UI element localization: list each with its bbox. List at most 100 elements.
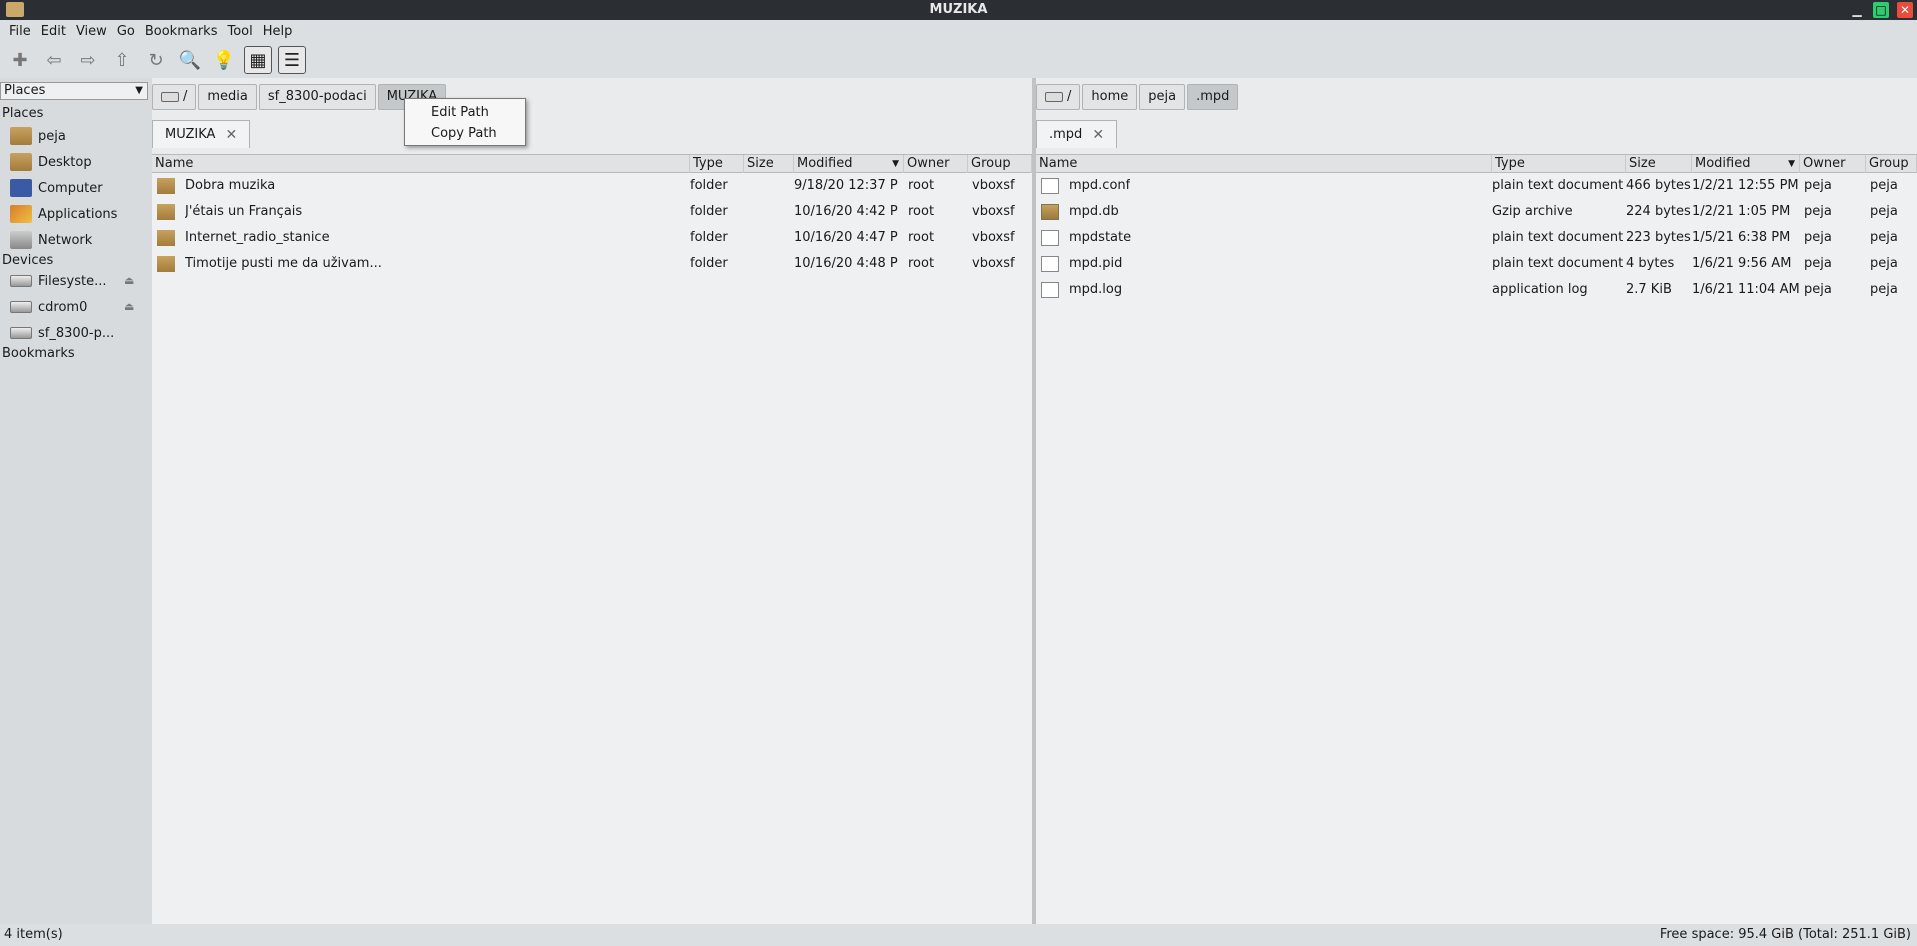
file-owner: root	[908, 256, 935, 271]
column-owner[interactable]: Owner	[1800, 155, 1866, 173]
maximize-button[interactable]: □	[1873, 2, 1889, 18]
file-group: peja	[1870, 204, 1898, 219]
column-modified[interactable]: Modified ▼	[794, 155, 904, 173]
file-group: peja	[1870, 256, 1898, 271]
menu-go[interactable]: Go	[112, 24, 140, 39]
new-tab-icon[interactable]: ✚	[6, 46, 34, 74]
reload-icon[interactable]: ↻	[142, 46, 170, 74]
table-row[interactable]: Internet_radio_stanice folder 10/16/20 4…	[152, 225, 1032, 251]
drive-icon	[1045, 92, 1063, 102]
sidebar-mode-select[interactable]: Places ▼	[0, 82, 148, 100]
find-icon[interactable]: 🔍	[176, 46, 204, 74]
table-row[interactable]: Timotije pusti me da uživam... folder 10…	[152, 251, 1032, 277]
menu-bar: File Edit View Go Bookmarks Tool Help	[0, 20, 1917, 42]
column-modified[interactable]: Modified ▼	[1692, 155, 1800, 173]
sidebar-item-applications[interactable]: Applications	[10, 203, 117, 225]
eject-icon[interactable]: ⏏	[124, 274, 134, 287]
path-root-button[interactable]: /	[152, 84, 197, 110]
right-file-list[interactable]: Name Type Size Modified ▼ Owner Group mpd…	[1036, 154, 1917, 924]
table-row[interactable]: mpd.pid plain text document 4 bytes 1/6/…	[1036, 251, 1917, 277]
sidebar-item-label: Filesyste...	[38, 273, 107, 289]
tab-mpd[interactable]: .mpd ✕	[1036, 120, 1118, 149]
icon-view-icon[interactable]: ▦	[244, 46, 272, 74]
minimize-button[interactable]: ▁	[1849, 2, 1865, 18]
tab-muzika[interactable]: MUZIKA ✕	[152, 120, 251, 149]
path-peja-button[interactable]: peja	[1139, 84, 1186, 110]
file-type: plain text document	[1492, 256, 1624, 271]
text-file-icon	[1041, 178, 1059, 194]
column-name[interactable]: Name	[152, 155, 690, 173]
computer-icon	[10, 179, 32, 197]
copy-path-menu-item[interactable]: Copy Path	[405, 123, 525, 144]
edit-path-menu-item[interactable]: Edit Path	[405, 102, 525, 123]
sidebar-item-desktop[interactable]: Desktop	[10, 151, 92, 173]
menu-help[interactable]: Help	[258, 24, 298, 39]
file-type: plain text document	[1492, 230, 1624, 245]
table-row[interactable]: mpd.conf plain text document 466 bytes 1…	[1036, 173, 1917, 199]
column-type[interactable]: Type	[1492, 155, 1626, 173]
column-group[interactable]: Group	[968, 155, 1032, 173]
column-owner[interactable]: Owner	[904, 155, 968, 173]
column-size[interactable]: Size	[744, 155, 794, 173]
path-home-button[interactable]: home	[1082, 84, 1138, 110]
toolbar: ✚ ⇦ ⇨ ⇧ ↻ 🔍 💡 ▦ ☰	[0, 42, 1917, 78]
table-row[interactable]: mpd.log application log 2.7 KiB 1/6/21 1…	[1036, 277, 1917, 303]
column-group[interactable]: Group	[1866, 155, 1917, 173]
menu-file[interactable]: File	[4, 24, 36, 39]
path-mpd-button[interactable]: .mpd	[1187, 84, 1239, 110]
back-icon[interactable]: ⇦	[40, 46, 68, 74]
path-root-button[interactable]: /	[1036, 84, 1081, 110]
file-size: 4 bytes	[1626, 256, 1675, 271]
free-space: Free space: 95.4 GiB (Total: 251.1 GiB)	[1659, 927, 1911, 942]
sidebar-item-computer[interactable]: Computer	[10, 177, 103, 199]
network-icon	[10, 231, 32, 249]
sidebar-item-label: cdrom0	[38, 299, 88, 315]
sidebar-item-label: sf_8300-p...	[38, 325, 115, 341]
sidebar-item-peja[interactable]: peja	[10, 125, 66, 147]
bulb-icon[interactable]: 💡	[210, 46, 238, 74]
menu-tool[interactable]: Tool	[222, 24, 257, 39]
path-sf-8300-button[interactable]: sf_8300-podaci	[258, 84, 376, 110]
forward-icon[interactable]: ⇨	[74, 46, 102, 74]
detail-view-icon[interactable]: ☰	[278, 46, 306, 74]
sidebar-item-cdrom0[interactable]: cdrom0	[10, 296, 87, 318]
text-file-icon	[1041, 256, 1059, 272]
sidebar-item-label: Applications	[38, 206, 118, 222]
up-icon[interactable]: ⇧	[108, 46, 136, 74]
table-row[interactable]: J'étais un Français folder 10/16/20 4:42…	[152, 199, 1032, 225]
menu-view[interactable]: View	[71, 24, 112, 39]
sidebar-item-filesystem[interactable]: Filesyste...	[10, 270, 107, 292]
table-row[interactable]: Dobra muzika folder 9/18/20 12:37 PM roo…	[152, 173, 1032, 199]
eject-icon[interactable]: ⏏	[124, 300, 134, 313]
file-name: mpd.db	[1069, 204, 1119, 219]
folder-icon	[157, 178, 175, 194]
file-name: mpdstate	[1069, 230, 1132, 245]
file-name: mpd.log	[1069, 282, 1123, 297]
file-owner: peja	[1804, 282, 1832, 297]
folder-icon	[157, 204, 175, 220]
file-size: 2.7 KiB	[1626, 282, 1672, 297]
close-button[interactable]: ✕	[1897, 2, 1913, 18]
column-size[interactable]: Size	[1626, 155, 1692, 173]
log-file-icon	[1041, 282, 1059, 298]
menu-bookmarks[interactable]: Bookmarks	[140, 24, 223, 39]
path-media-button[interactable]: media	[198, 84, 257, 110]
bookmarks-header: Bookmarks	[2, 346, 75, 361]
sort-down-icon: ▼	[1788, 159, 1795, 169]
close-tab-icon[interactable]: ✕	[1092, 121, 1104, 149]
file-type: folder	[690, 204, 728, 219]
table-row[interactable]: mpd.db Gzip archive 224 bytes 1/2/21 1:0…	[1036, 199, 1917, 225]
table-row[interactable]: mpdstate plain text document 223 bytes 1…	[1036, 225, 1917, 251]
status-bar: 4 item(s) Free space: 95.4 GiB (Total: 2…	[0, 924, 1917, 946]
column-name[interactable]: Name	[1036, 155, 1492, 173]
desktop-folder-icon	[10, 153, 32, 171]
crumb-label: /	[1067, 89, 1072, 104]
menu-edit[interactable]: Edit	[36, 24, 71, 39]
left-file-list[interactable]: Name Type Size Modified ▼ Owner Group Dob…	[152, 154, 1032, 924]
sidebar-item-network[interactable]: Network	[10, 229, 92, 251]
close-tab-icon[interactable]: ✕	[225, 121, 237, 149]
file-modified: 10/16/20 4:47 PM	[794, 230, 898, 245]
sidebar-item-sf-8300[interactable]: sf_8300-p...	[10, 322, 114, 344]
column-type[interactable]: Type	[690, 155, 744, 173]
file-owner: root	[908, 178, 935, 193]
